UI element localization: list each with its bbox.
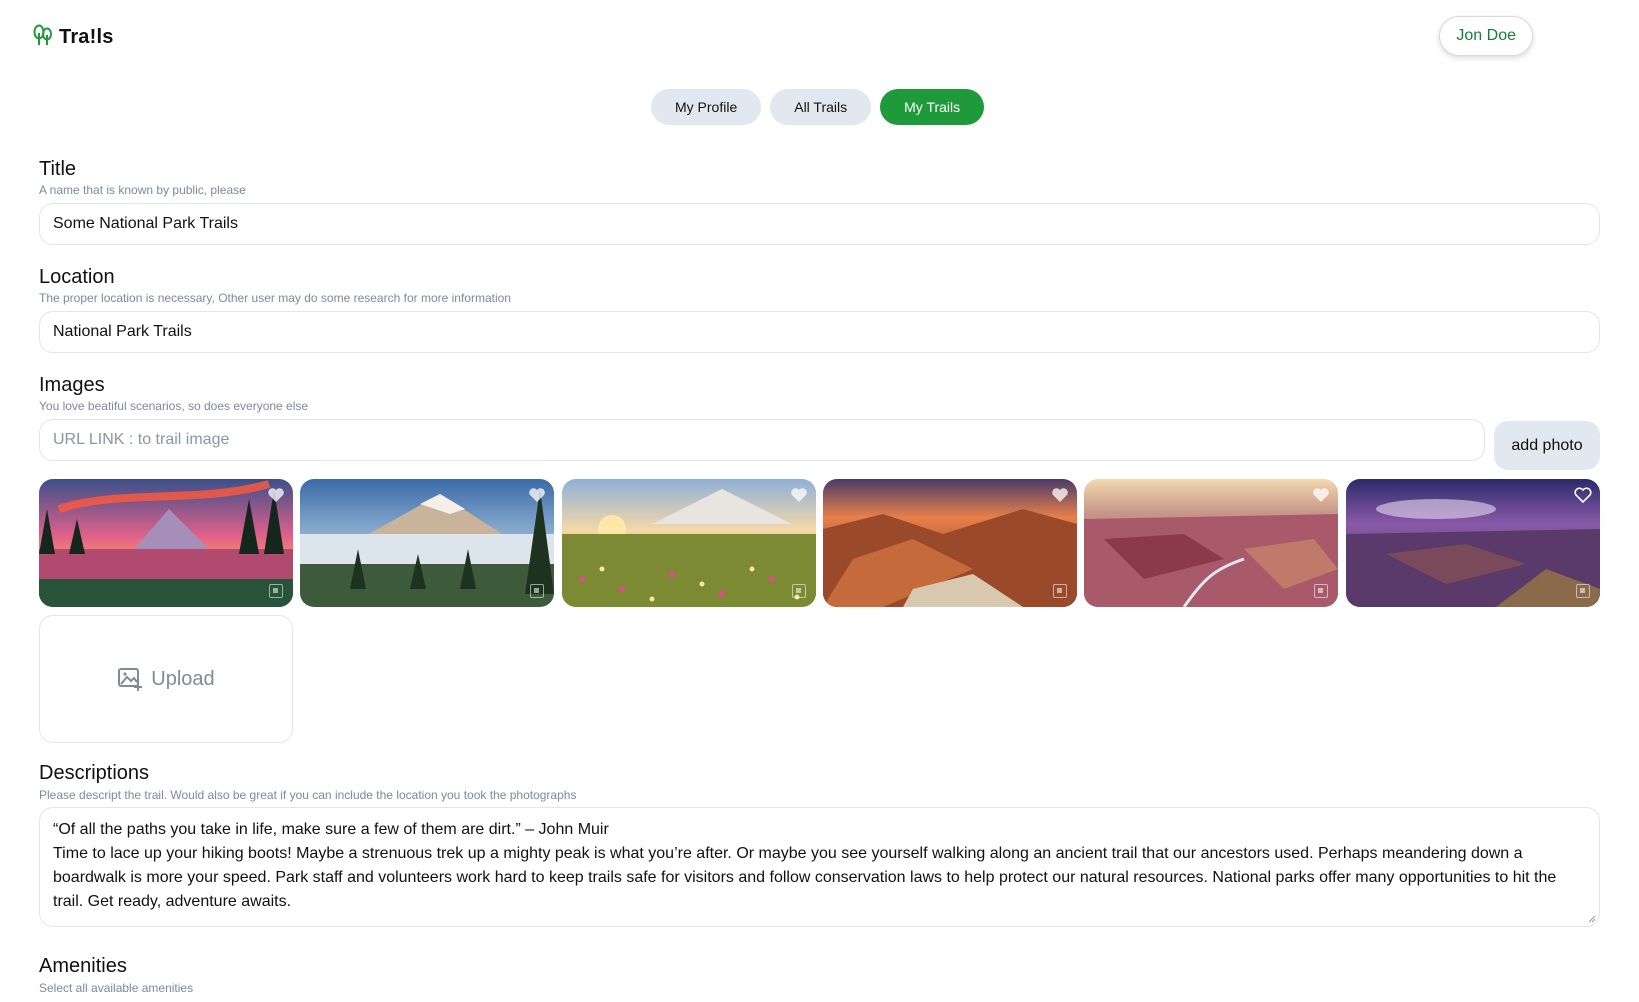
trees-icon <box>33 24 53 51</box>
title-input[interactable]: Some National Park Trails <box>39 203 1600 245</box>
upload-label: Upload <box>151 667 215 690</box>
heart-icon[interactable] <box>528 487 546 503</box>
wildflower-meadow-image <box>562 479 816 607</box>
canyon-sunset-image <box>823 479 1077 607</box>
heart-icon[interactable] <box>790 487 808 503</box>
add-photo-button[interactable]: add photo <box>1494 421 1600 470</box>
mountain-lake-image <box>39 479 293 607</box>
tab-all-trails[interactable]: All Trails <box>770 89 872 125</box>
snow-mountain-image <box>300 479 554 607</box>
heart-icon[interactable] <box>1312 487 1330 503</box>
trail-photo[interactable] <box>562 479 816 607</box>
title-label: Title <box>39 158 77 180</box>
expand-icon[interactable] <box>530 584 544 598</box>
heart-icon[interactable] <box>267 487 285 503</box>
location-help: The proper location is necessary, Other … <box>39 291 511 305</box>
image-url-input[interactable]: URL LINK : to trail image <box>39 419 1485 461</box>
location-label: Location <box>39 266 115 288</box>
expand-icon[interactable] <box>1314 584 1328 598</box>
page: Tra!ls Jon Doe My Profile All Trails My … <box>0 0 1639 1002</box>
trail-photo[interactable] <box>1084 479 1338 607</box>
description-quote: “Of all the paths you take in life, make… <box>53 821 609 838</box>
heart-icon[interactable] <box>1574 487 1592 503</box>
heart-icon[interactable] <box>1051 487 1069 503</box>
descriptions-textarea[interactable]: “Of all the paths you take in life, make… <box>39 807 1600 927</box>
description-body: Time to lace up your hiking boots! Maybe… <box>53 845 1557 910</box>
expand-icon[interactable] <box>792 584 806 598</box>
resize-handle-icon[interactable] <box>1588 915 1596 923</box>
trail-photo[interactable] <box>300 479 554 607</box>
amenities-help: Select all available amenities <box>39 981 194 995</box>
canyon-river-image <box>1084 479 1338 607</box>
title-help: A name that is known by public, please <box>39 183 246 197</box>
amenities-label: Amenities <box>39 955 127 977</box>
images-help: You love beatiful scenarios, so does eve… <box>39 399 309 413</box>
tab-my-trails[interactable]: My Trails <box>880 89 985 125</box>
location-input[interactable]: National Park Trails <box>39 311 1600 353</box>
brand-logo[interactable]: Tra!ls <box>33 24 114 51</box>
expand-icon[interactable] <box>269 584 283 598</box>
tab-my-profile[interactable]: My Profile <box>651 89 762 125</box>
add-image-icon <box>118 668 143 691</box>
trail-photo[interactable] <box>1346 479 1600 607</box>
expand-icon[interactable] <box>1053 584 1067 598</box>
main-nav: My Profile All Trails My Trails <box>651 89 985 125</box>
images-label: Images <box>39 374 105 396</box>
trail-photo[interactable] <box>39 479 293 607</box>
user-menu-button[interactable]: Jon Doe <box>1439 16 1533 56</box>
canyon-purple-sky-image <box>1346 479 1600 607</box>
upload-button[interactable]: Upload <box>39 615 293 743</box>
trail-photo[interactable] <box>823 479 1077 607</box>
expand-icon[interactable] <box>1576 584 1590 598</box>
descriptions-help: Please descript the trail. Would also be… <box>39 788 577 802</box>
descriptions-label: Descriptions <box>39 762 150 784</box>
brand-name: Tra!ls <box>59 26 114 48</box>
